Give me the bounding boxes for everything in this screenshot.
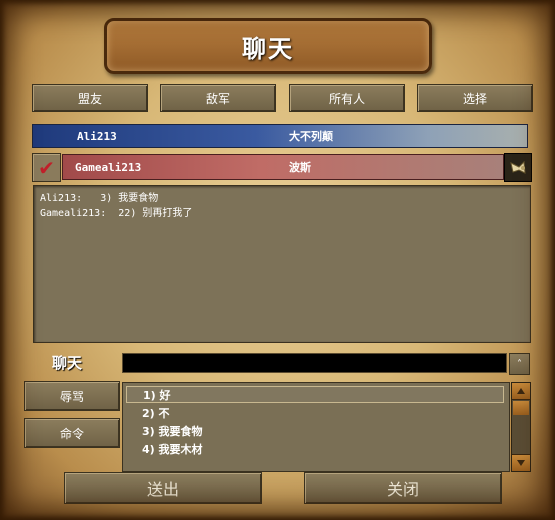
horn-button[interactable] xyxy=(504,153,532,182)
caret-up-icon: ˄ xyxy=(517,358,522,370)
chat-sender: Gameali213: xyxy=(40,208,107,219)
title-plaque: 聊天 xyxy=(104,18,432,74)
chat-log: Ali213: 3) 我要食物 Gameali213: 22) 别再打我了 xyxy=(33,185,531,343)
player-civ: 大不列颠 xyxy=(289,130,333,143)
player-civ: 波斯 xyxy=(289,161,311,174)
filter-everyone-button[interactable]: 所有人 xyxy=(289,84,405,112)
arrow-up-icon xyxy=(517,388,525,394)
player-row-ali213[interactable]: Ali213 大不列颠 xyxy=(32,124,528,148)
player-name: Gameali213 xyxy=(75,160,142,174)
player-select-checkbox[interactable]: ✔ xyxy=(32,153,61,182)
chat-log-line: Ali213: 3) 我要食物 xyxy=(40,189,158,204)
player-name: Ali213 xyxy=(77,129,117,143)
arrow-down-icon xyxy=(517,460,525,466)
filter-allies-button[interactable]: 盟友 xyxy=(32,84,148,112)
close-button[interactable]: 关闭 xyxy=(304,472,502,504)
commands-button[interactable]: 命令 xyxy=(24,418,120,448)
chat-log-line: Gameali213: 22) 别再打我了 xyxy=(40,204,192,219)
list-item[interactable]: 1) 好 xyxy=(126,386,504,403)
quick-message-list: 1) 好 2) 不 3) 我要食物 4) 我要木材 xyxy=(122,382,510,472)
page-title: 聊天 xyxy=(242,34,294,63)
scroll-up-button[interactable] xyxy=(512,383,530,400)
send-button[interactable]: 送出 xyxy=(64,472,262,504)
chat-message: 3) 我要食物 xyxy=(100,193,159,204)
chat-input-label: 聊天 xyxy=(52,354,83,372)
scroll-thumb[interactable] xyxy=(513,401,529,415)
taunts-button[interactable]: 辱骂 xyxy=(24,381,120,411)
chat-message: 22) 别再打我了 xyxy=(118,208,193,219)
chat-input[interactable] xyxy=(122,353,507,373)
list-item[interactable]: 2) 不 xyxy=(126,404,504,421)
filter-enemies-button[interactable]: 敌军 xyxy=(160,84,276,112)
list-item[interactable]: 4) 我要木材 xyxy=(126,440,504,457)
scroll-down-button[interactable] xyxy=(512,454,530,471)
scrollbar[interactable] xyxy=(511,382,531,472)
checkmark-icon: ✔ xyxy=(38,155,55,180)
player-row-gameali213[interactable]: Gameali213 波斯 xyxy=(62,154,504,180)
filter-select-button[interactable]: 选择 xyxy=(417,84,533,112)
chat-sender: Ali213: xyxy=(40,193,83,204)
list-item[interactable]: 3) 我要食物 xyxy=(126,422,504,439)
chat-history-button[interactable]: ˄ xyxy=(509,353,530,375)
horn-icon xyxy=(510,160,526,174)
